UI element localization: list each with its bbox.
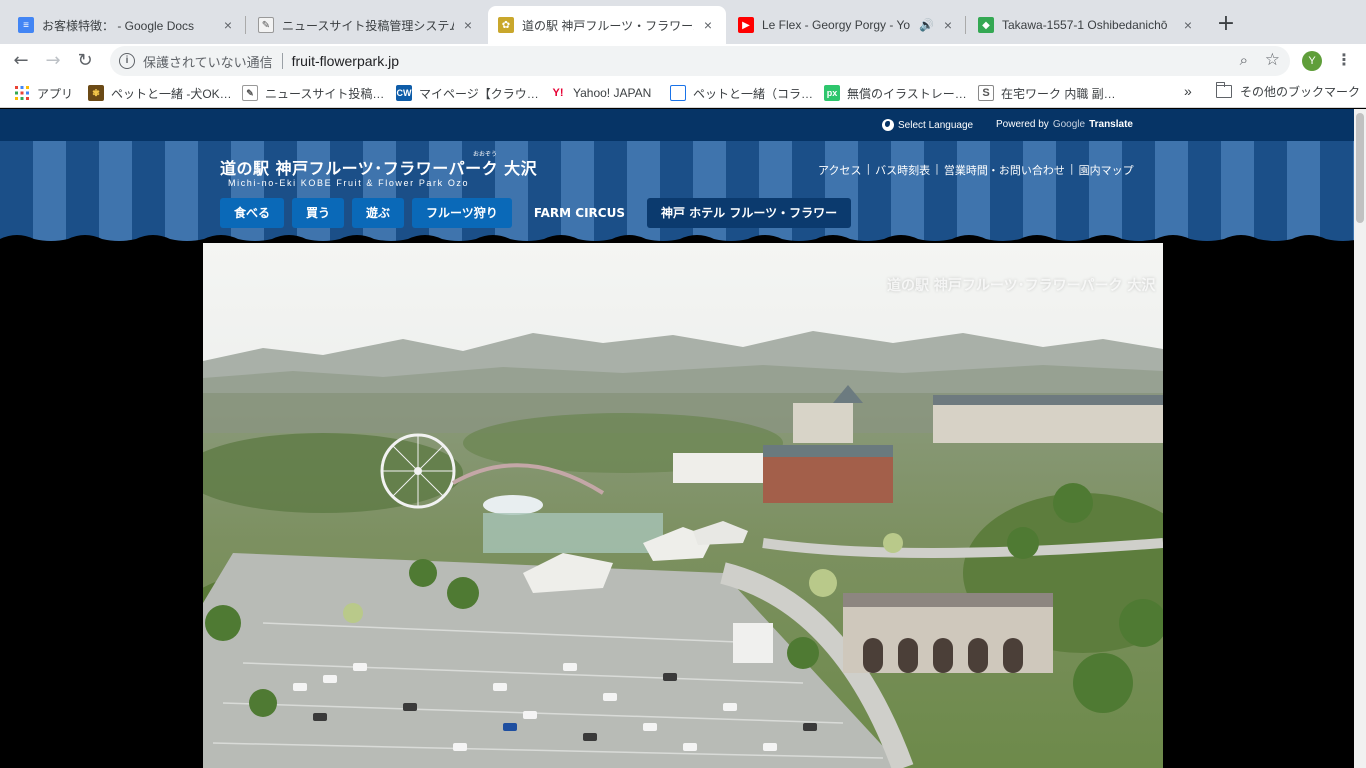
close-icon[interactable]: × bbox=[700, 17, 716, 33]
nav-eat[interactable]: 食べる bbox=[220, 198, 285, 228]
google-logo: Google bbox=[1052, 119, 1086, 130]
scrollbar-thumb[interactable] bbox=[1356, 113, 1364, 223]
close-icon[interactable]: × bbox=[1180, 17, 1196, 33]
profile-avatar[interactable]: Y bbox=[1302, 51, 1322, 71]
site-logo-english: Michi-no-Eki KOBE Fruit & Flower Park Oz… bbox=[228, 178, 470, 188]
bookmark-pet-column[interactable]: ペットと一緒（コラ… bbox=[670, 83, 813, 103]
bookmark-apps[interactable]: アプリ bbox=[14, 83, 73, 103]
bookmark-label: 在宅ワーク 内職 副… bbox=[1001, 86, 1116, 101]
bookmark-label: ペットと一緒（コラ… bbox=[693, 86, 814, 101]
forward-arrow-icon[interactable]: → bbox=[40, 48, 66, 74]
bookmark-pet-dog[interactable]: ✾ ペットと一緒 -犬OK… bbox=[88, 83, 232, 103]
tab-youtube[interactable]: ▶ Le Flex - Georgy Porgy - Yo 🔊 × bbox=[728, 6, 966, 44]
bookmark-yahoo[interactable]: Y! Yahoo! JAPAN bbox=[550, 83, 652, 103]
apps-grid-icon bbox=[14, 85, 30, 101]
nav-farm-circus[interactable]: FARM CIRCUS bbox=[520, 198, 639, 228]
reload-icon[interactable]: ↻ bbox=[72, 48, 98, 74]
utility-separator: | bbox=[935, 162, 939, 175]
bookmark-crowdworks[interactable]: CW マイページ【クラウ… bbox=[396, 83, 539, 103]
tab-news-admin[interactable]: ✎ ニュースサイト投稿管理システム × bbox=[248, 6, 486, 44]
select-language-label: Select Language bbox=[898, 119, 974, 131]
nav-play[interactable]: 遊ぶ bbox=[352, 198, 405, 228]
layout-icon bbox=[670, 85, 686, 101]
select-language[interactable]: Select Language bbox=[882, 119, 973, 131]
tab-title: 道の駅 神戸フルーツ・フラワーパ bbox=[522, 18, 694, 33]
crowdworks-icon: CW bbox=[396, 85, 412, 101]
site-topbar: Select Language Powered by Google Transl… bbox=[0, 109, 1354, 141]
yahoo-icon: Y! bbox=[552, 87, 564, 99]
tab-title: ニュースサイト投稿管理システム bbox=[282, 18, 454, 33]
audio-playing-icon[interactable]: 🔊 bbox=[919, 18, 934, 32]
translate-label: Translate bbox=[1089, 119, 1133, 130]
address-divider bbox=[281, 53, 283, 69]
web-page: Select Language Powered by Google Transl… bbox=[0, 109, 1354, 768]
bookmark-label: Yahoo! JAPAN bbox=[573, 86, 652, 100]
tab-google-maps[interactable]: ◆ Takawa-1557-1 Oshibedanichō × bbox=[968, 6, 1206, 44]
hours-contact-link[interactable]: 営業時間・お問い合わせ bbox=[944, 162, 1065, 178]
bookmark-label: マイページ【クラウ… bbox=[419, 86, 539, 101]
google-maps-icon: ◆ bbox=[978, 17, 994, 33]
other-bookmarks[interactable]: その他のブックマーク bbox=[1215, 82, 1361, 100]
nav-buy[interactable]: 買う bbox=[292, 198, 345, 228]
s-icon: S bbox=[978, 85, 994, 101]
close-icon[interactable]: × bbox=[940, 17, 956, 33]
more-menu-icon[interactable]: ⋮ bbox=[1336, 50, 1352, 69]
tab-separator bbox=[965, 16, 966, 34]
bookmark-label: 無償のイラストレー… bbox=[847, 86, 967, 101]
notepad-icon: ✎ bbox=[258, 17, 274, 33]
globe-icon bbox=[882, 119, 894, 131]
utility-separator: | bbox=[1069, 162, 1074, 175]
nav-fruit-picking[interactable]: フルーツ狩り bbox=[412, 198, 512, 228]
other-bookmarks-label: その他のブックマーク bbox=[1240, 85, 1361, 99]
close-icon[interactable]: × bbox=[460, 17, 476, 33]
security-status[interactable]: 保護されていない通信 bbox=[143, 52, 273, 71]
utility-separator: | bbox=[866, 162, 871, 175]
bookmarks-bar: アプリ ✾ ペットと一緒 -犬OK… ✎ ニュースサイト投稿… CW マイページ… bbox=[0, 78, 1366, 108]
page-scrollbar[interactable] bbox=[1354, 109, 1366, 768]
park-favicon-icon: ✿ bbox=[498, 17, 514, 33]
tab-separator bbox=[245, 16, 246, 34]
google-docs-icon: ≡ bbox=[18, 17, 34, 33]
bus-timetable-link[interactable]: バス時刻表 bbox=[875, 162, 930, 178]
tab-title: Takawa-1557-1 Oshibedanichō bbox=[1002, 18, 1168, 32]
bookmark-label: ペットと一緒 -犬OK… bbox=[111, 86, 232, 101]
bookmark-label: アプリ bbox=[37, 86, 74, 101]
paw-icon: ✾ bbox=[88, 85, 104, 101]
notepad-icon: ✎ bbox=[242, 85, 258, 101]
info-icon[interactable]: i bbox=[119, 53, 135, 69]
browser-toolbar: ← → ↻ i 保護されていない通信 fruit-flowerpark.jp ⌕… bbox=[0, 44, 1366, 78]
bookmark-remote-work[interactable]: S 在宅ワーク 内職 副… bbox=[978, 83, 1116, 103]
utility-links: アクセス | バス時刻表 | 営業時間・お問い合わせ | 園内マップ bbox=[818, 162, 1134, 178]
bookmark-news-admin[interactable]: ✎ ニュースサイト投稿… bbox=[242, 83, 384, 103]
hero-watermark-logo: 道の駅 神戸フルーツ･フラワーパーク 大沢 bbox=[887, 278, 1156, 294]
bookmark-illustrations[interactable]: px 無償のイラストレー… bbox=[824, 83, 967, 103]
address-bar[interactable]: i 保護されていない通信 fruit-flowerpark.jp ⌕ ☆ bbox=[110, 46, 1290, 76]
pixabay-icon: px bbox=[824, 85, 840, 101]
bookmarks-overflow-chevron-icon[interactable]: » bbox=[1184, 83, 1192, 99]
tab-google-docs[interactable]: ≡ お客様特徴： - Google Docs × bbox=[8, 6, 246, 44]
new-tab-button[interactable]: + bbox=[1213, 12, 1239, 38]
tab-title: Le Flex - Georgy Porgy - Yo bbox=[762, 18, 911, 32]
global-nav: 食べる 買う 遊ぶ フルーツ狩り FARM CIRCUS 神戸 ホテル フルーツ… bbox=[220, 198, 852, 228]
tab-fruit-flower-park[interactable]: ✿ 道の駅 神戸フルーツ・フラワーパ × bbox=[488, 6, 726, 44]
close-icon[interactable]: × bbox=[220, 17, 236, 33]
powered-by-label: Powered by bbox=[996, 119, 1049, 130]
nav-hotel[interactable]: 神戸 ホテル フルーツ・フラワー bbox=[646, 198, 852, 228]
park-map-link[interactable]: 園内マップ bbox=[1079, 162, 1134, 178]
powered-by-google-translate: Powered by Google Translate bbox=[996, 119, 1133, 130]
hero-aerial-image: 道の駅 神戸フルーツ･フラワーパーク 大沢 bbox=[203, 243, 1163, 768]
tab-strip: ≡ お客様特徴： - Google Docs × ✎ ニュースサイト投稿管理シス… bbox=[0, 0, 1366, 44]
site-logo[interactable]: 道の駅 神戸フルーツ･フラワーパーク 大沢 bbox=[220, 155, 537, 179]
tab-title: お客様特徴： - Google Docs bbox=[42, 18, 195, 33]
access-link[interactable]: アクセス bbox=[818, 162, 861, 178]
folder-icon bbox=[1215, 82, 1232, 98]
zoom-icon[interactable]: ⌕ bbox=[1240, 52, 1248, 69]
url-text[interactable]: fruit-flowerpark.jp bbox=[292, 53, 399, 69]
bookmark-label: ニュースサイト投稿… bbox=[265, 86, 385, 101]
youtube-icon: ▶ bbox=[738, 17, 754, 33]
bookmark-star-icon[interactable]: ☆ bbox=[1265, 50, 1280, 70]
back-arrow-icon[interactable]: ← bbox=[8, 48, 34, 74]
